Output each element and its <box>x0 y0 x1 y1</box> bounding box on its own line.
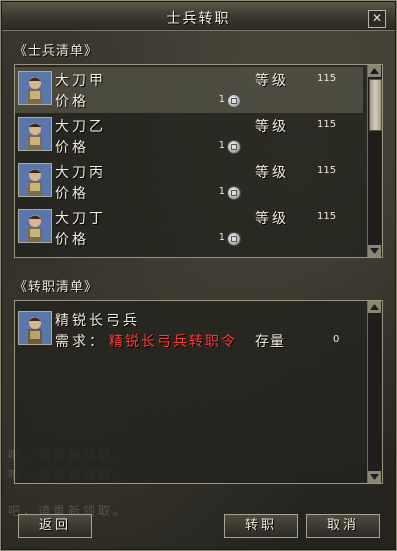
arrow-up-icon[interactable] <box>368 301 381 313</box>
soldier-portrait-icon <box>18 209 52 243</box>
title-bar: 士兵转职 ✕ <box>2 2 395 31</box>
level-value: 115 <box>317 119 337 130</box>
arrow-down-icon[interactable] <box>368 471 381 483</box>
price-label: 价格 <box>55 186 89 202</box>
price-value: 1 <box>218 232 225 243</box>
soldier-name: 大刀丁 <box>55 211 106 227</box>
level-label: 等级 <box>255 119 289 135</box>
soldier-portrait-icon <box>18 71 52 105</box>
cancel-button[interactable]: 取消 <box>306 514 380 538</box>
soldier-portrait-icon <box>18 117 52 151</box>
silver-coin-icon <box>227 140 241 154</box>
promotion-list-panel: 精锐长弓兵 需求： 精锐长弓兵转职令 存量 0 <box>14 300 383 484</box>
soldier-portrait-icon <box>18 311 52 345</box>
soldier-row-2[interactable]: 大刀乙 价格 1 等级 115 <box>15 113 363 159</box>
price-label: 价格 <box>55 94 89 110</box>
stock-value: 0 <box>333 334 340 345</box>
arrow-up-icon[interactable] <box>368 65 381 77</box>
stock-label: 存量 <box>255 334 285 350</box>
level-value: 115 <box>317 73 337 84</box>
soldier-name: 大刀丙 <box>55 165 106 181</box>
soldier-row-3[interactable]: 大刀丙 价格 1 等级 115 <box>15 159 363 205</box>
back-button[interactable]: 返回 <box>18 514 92 538</box>
level-value: 115 <box>317 165 337 176</box>
window-title: 士兵转职 <box>166 11 231 27</box>
soldier-list-scrollbar[interactable] <box>367 65 382 257</box>
silver-coin-icon <box>227 94 241 108</box>
soldier-list-panel: 大刀甲 价格 1 等级 115 大刀乙 价格 1 等级 115 大刀丙 价格 1… <box>14 64 383 258</box>
price-value: 1 <box>218 186 225 197</box>
price-label: 价格 <box>55 232 89 248</box>
close-button[interactable]: ✕ <box>368 10 386 28</box>
price-label: 价格 <box>55 140 89 156</box>
price-value: 1 <box>218 94 225 105</box>
promotion-name: 精锐长弓兵 <box>55 313 140 329</box>
level-label: 等级 <box>255 73 289 89</box>
promotion-list-scrollbar[interactable] <box>367 301 381 483</box>
soldier-portrait-icon <box>18 163 52 197</box>
promotion-row-1[interactable]: 精锐长弓兵 需求： 精锐长弓兵转职令 存量 0 <box>15 307 363 353</box>
soldier-list-header: 《士兵清单》 <box>14 44 99 59</box>
scroll-thumb[interactable] <box>369 79 382 131</box>
level-label: 等级 <box>255 165 289 181</box>
level-label: 等级 <box>255 211 289 227</box>
soldier-row-4[interactable]: 大刀丁 价格 1 等级 115 <box>15 205 363 251</box>
promote-button[interactable]: 转职 <box>224 514 298 538</box>
price-value: 1 <box>218 140 225 151</box>
requirement-label: 需求： <box>55 334 106 350</box>
close-icon: ✕ <box>371 11 383 25</box>
soldier-name: 大刀甲 <box>55 73 106 89</box>
silver-coin-icon <box>227 232 241 246</box>
level-value: 115 <box>317 211 337 222</box>
promotion-list-header: 《转职清单》 <box>14 280 99 295</box>
silver-coin-icon <box>227 186 241 200</box>
requirement-item: 精锐长弓兵转职令 <box>109 334 237 350</box>
soldier-name: 大刀乙 <box>55 119 106 135</box>
arrow-down-icon[interactable] <box>368 245 381 257</box>
soldier-row-1[interactable]: 大刀甲 价格 1 等级 115 <box>15 67 363 113</box>
